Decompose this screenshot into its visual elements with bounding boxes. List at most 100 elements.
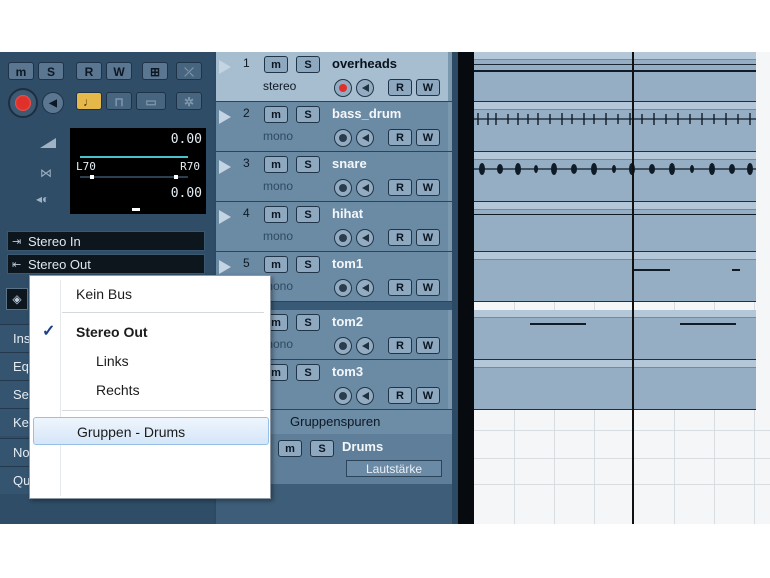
record-enable-icon[interactable] [334, 229, 352, 247]
audio-event-tom2[interactable] [474, 310, 756, 360]
track-mute-button[interactable]: m [278, 440, 302, 457]
read-button[interactable]: R [76, 62, 102, 80]
track-mute-button[interactable]: m [264, 106, 288, 123]
edit-channel-button[interactable]: ⊞ [142, 62, 168, 80]
gear-icon[interactable]: ✲ [176, 92, 202, 110]
delay-value[interactable]: 0.00 [171, 186, 202, 201]
volume-fader[interactable] [80, 156, 188, 158]
track-name[interactable]: bass_drum [332, 106, 401, 121]
write-button[interactable]: W [106, 62, 132, 80]
track-hihat[interactable]: 4 m S hihat mono R W [216, 202, 452, 252]
event-display[interactable] [474, 52, 770, 524]
mute-button[interactable]: m [8, 62, 34, 80]
output-label: Stereo Out [28, 257, 91, 272]
record-enable-icon[interactable] [334, 387, 352, 405]
track-write-button[interactable]: W [416, 279, 440, 296]
track-name[interactable]: tom1 [332, 256, 363, 271]
track-name[interactable]: Drums [342, 439, 383, 454]
expand-arrow-icon[interactable] [219, 260, 231, 274]
track-mute-button[interactable]: m [264, 206, 288, 223]
audio-event-hihat[interactable] [474, 202, 756, 252]
record-enable-icon[interactable] [334, 179, 352, 197]
record-enable-icon[interactable] [334, 279, 352, 297]
input-label: Stereo In [28, 234, 81, 249]
track-solo-button[interactable]: S [296, 256, 320, 273]
track-solo-button[interactable]: S [296, 364, 320, 381]
monitor-icon[interactable] [356, 229, 374, 247]
volume-value[interactable]: 0.00 [171, 132, 202, 147]
expand-arrow-icon[interactable] [219, 110, 231, 124]
track-read-button[interactable]: R [388, 337, 412, 354]
expand-arrow-icon[interactable] [219, 210, 231, 224]
bypass-button[interactable]: ⤫ [176, 62, 202, 80]
input-routing-field[interactable]: ⇥ Stereo In [7, 231, 205, 251]
menu-item-group-drums[interactable]: Gruppen - Drums [33, 417, 269, 445]
track-name[interactable]: tom3 [332, 364, 363, 379]
track-solo-button[interactable]: S [296, 106, 320, 123]
track-write-button[interactable]: W [416, 387, 440, 404]
delay-slider[interactable] [132, 208, 140, 211]
track-read-button[interactable]: R [388, 179, 412, 196]
track-overheads[interactable]: 1 m S overheads stereo R W [216, 52, 452, 102]
track-write-button[interactable]: W [416, 129, 440, 146]
record-enable-icon[interactable] [334, 79, 352, 97]
pan-slider[interactable] [80, 175, 188, 179]
expand-arrow-icon[interactable] [219, 60, 231, 74]
track-solo-button[interactable]: S [296, 56, 320, 73]
track-bass-drum[interactable]: 2 m S bass_drum mono R W [216, 102, 452, 152]
audio-event-overheads[interactable] [474, 52, 756, 102]
menu-item-no-bus[interactable]: Kein Bus [30, 280, 270, 308]
audio-event-tom3[interactable] [474, 360, 756, 410]
track-read-button[interactable]: R [388, 387, 412, 404]
expand-arrow-icon[interactable] [219, 160, 231, 174]
monitor-icon[interactable] [356, 387, 374, 405]
menu-item-left[interactable]: Links [30, 347, 270, 375]
track-mute-button[interactable]: m [264, 156, 288, 173]
audio-event-bass-drum[interactable] [474, 102, 756, 152]
track-write-button[interactable]: W [416, 79, 440, 96]
track-solo-button[interactable]: S [296, 206, 320, 223]
menu-item-right[interactable]: Rechts [30, 376, 270, 404]
checkmark-icon: ✓ [42, 323, 56, 340]
track-solo-button[interactable]: S [296, 156, 320, 173]
automation-parameter-field[interactable]: Lautstärke [346, 460, 442, 477]
track-write-button[interactable]: W [416, 337, 440, 354]
audio-event-tom1[interactable] [474, 252, 756, 302]
input-icon: ⇥ [12, 236, 22, 248]
track-solo-button[interactable]: S [296, 314, 320, 331]
track-read-button[interactable]: R [388, 279, 412, 296]
monitor-icon[interactable] [356, 179, 374, 197]
track-snare[interactable]: 3 m S snare mono R W [216, 152, 452, 202]
audio-event-snare[interactable] [474, 152, 756, 202]
monitor-icon[interactable] [356, 79, 374, 97]
folder-icon[interactable]: ⊓ [106, 92, 132, 110]
track-mute-button[interactable]: m [264, 56, 288, 73]
record-enable-icon[interactable] [334, 129, 352, 147]
track-name[interactable]: hihat [332, 206, 363, 221]
note-icon[interactable]: ♩ [76, 92, 102, 110]
track-list-divider[interactable] [458, 52, 474, 524]
record-enable-icon[interactable] [334, 337, 352, 355]
output-routing-field[interactable]: ⇤ Stereo Out [7, 254, 205, 274]
track-read-button[interactable]: R [388, 229, 412, 246]
edit-instrument-icon[interactable]: ◈ [6, 288, 28, 310]
monitor-icon[interactable]: ◀ [42, 92, 64, 114]
monitor-icon[interactable] [356, 129, 374, 147]
record-enable-icon[interactable] [8, 88, 38, 118]
menu-item-stereo-out[interactable]: ✓ Stereo Out [30, 318, 270, 346]
track-color-bar [448, 202, 452, 251]
monitor-icon[interactable] [356, 279, 374, 297]
track-name[interactable]: snare [332, 156, 367, 171]
track-name[interactable]: tom2 [332, 314, 363, 329]
solo-button[interactable]: S [38, 62, 64, 80]
track-write-button[interactable]: W [416, 179, 440, 196]
track-mute-button[interactable]: m [264, 256, 288, 273]
keyboard-icon[interactable]: ▭ [136, 92, 166, 110]
track-read-button[interactable]: R [388, 79, 412, 96]
track-write-button[interactable]: W [416, 229, 440, 246]
track-solo-button[interactable]: S [310, 440, 334, 457]
monitor-icon[interactable] [356, 337, 374, 355]
track-read-button[interactable]: R [388, 129, 412, 146]
track-name[interactable]: overheads [332, 56, 397, 71]
project-cursor[interactable] [632, 52, 634, 524]
